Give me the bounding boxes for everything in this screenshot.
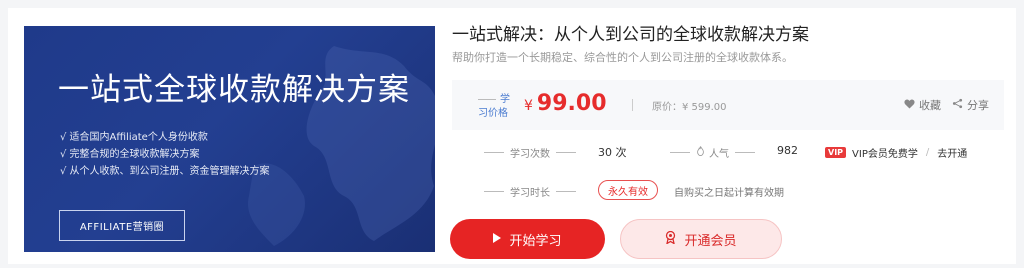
course-cover-image[interactable]: 一站式全球收款解决方案 √ 适合国内Affiliate个人身份收款 √ 完整合规… xyxy=(24,26,435,252)
duration-note: 自购买之日起计算有效期 xyxy=(674,188,784,199)
play-icon xyxy=(493,232,502,247)
current-price: ¥99.00 xyxy=(524,91,607,116)
favorite-button[interactable]: 收藏 xyxy=(904,97,941,113)
price-box: 学习价格 ¥99.00 原价：¥ 599.00 收藏 分享 xyxy=(452,80,1004,130)
vip-open-link[interactable]: 去开通 xyxy=(937,145,967,160)
divider xyxy=(484,191,504,192)
study-count-value: 30 次 xyxy=(598,146,627,159)
share-icon xyxy=(952,98,963,112)
vip-badge: VIP xyxy=(825,147,847,158)
price-label: 学习价格 xyxy=(478,94,510,119)
divider xyxy=(484,152,504,153)
currency-symbol: ¥ xyxy=(524,98,533,114)
vip-free-label: VIP会员免费学 xyxy=(852,149,918,160)
course-card: 一站式全球收款解决方案 √ 适合国内Affiliate个人身份收款 √ 完整合规… xyxy=(8,8,1016,264)
popularity-value: 982 xyxy=(777,144,798,157)
open-vip-button[interactable]: 开通会员 xyxy=(620,219,782,259)
price-amount: 99.00 xyxy=(536,91,607,116)
divider xyxy=(632,99,633,111)
flame-icon xyxy=(696,146,705,159)
share-label: 分享 xyxy=(967,99,989,112)
course-title: 一站式解决：从个人到公司的全球收款解决方案 xyxy=(452,25,809,45)
open-vip-label: 开通会员 xyxy=(684,233,737,249)
cover-point: √ 完整合规的全球收款解决方案 xyxy=(60,149,200,160)
cover-title: 一站式全球收款解决方案 xyxy=(58,72,410,108)
separator: / xyxy=(925,147,930,158)
divider xyxy=(556,152,576,153)
favorite-label: 收藏 xyxy=(919,99,941,112)
cover-tag-button: AFFILIATE营销圈 xyxy=(59,210,185,241)
vip-free-notice: VIP VIP会员免费学 / 去开通 xyxy=(825,145,967,160)
divider xyxy=(670,152,690,153)
course-description: 帮助你打造一个长期稳定、综合性的个人到公司注册的全球收款体系。 xyxy=(452,51,793,64)
vip-medal-icon xyxy=(665,230,676,248)
heart-icon xyxy=(904,99,915,112)
start-learning-label: 开始学习 xyxy=(509,233,562,249)
duration-label: 学习时长 xyxy=(478,184,582,199)
original-price: 原价：¥ 599.00 xyxy=(652,102,727,113)
cover-points: √ 适合国内Affiliate个人身份收款 √ 完整合规的全球收款解决方案 √ … xyxy=(60,129,270,180)
study-count-label: 学习次数 xyxy=(478,145,582,160)
popularity-label: 人气 xyxy=(664,145,761,160)
divider xyxy=(478,98,496,100)
divider xyxy=(735,152,755,153)
cover-point: √ 适合国内Affiliate个人身份收款 xyxy=(60,132,208,143)
start-learning-button[interactable]: 开始学习 xyxy=(450,219,605,259)
duration-value-badge: 永久有效 xyxy=(598,180,658,200)
cover-point: √ 从个人收款、到公司注册、资金管理解决方案 xyxy=(60,166,270,177)
divider xyxy=(556,191,576,192)
share-button[interactable]: 分享 xyxy=(952,97,989,113)
